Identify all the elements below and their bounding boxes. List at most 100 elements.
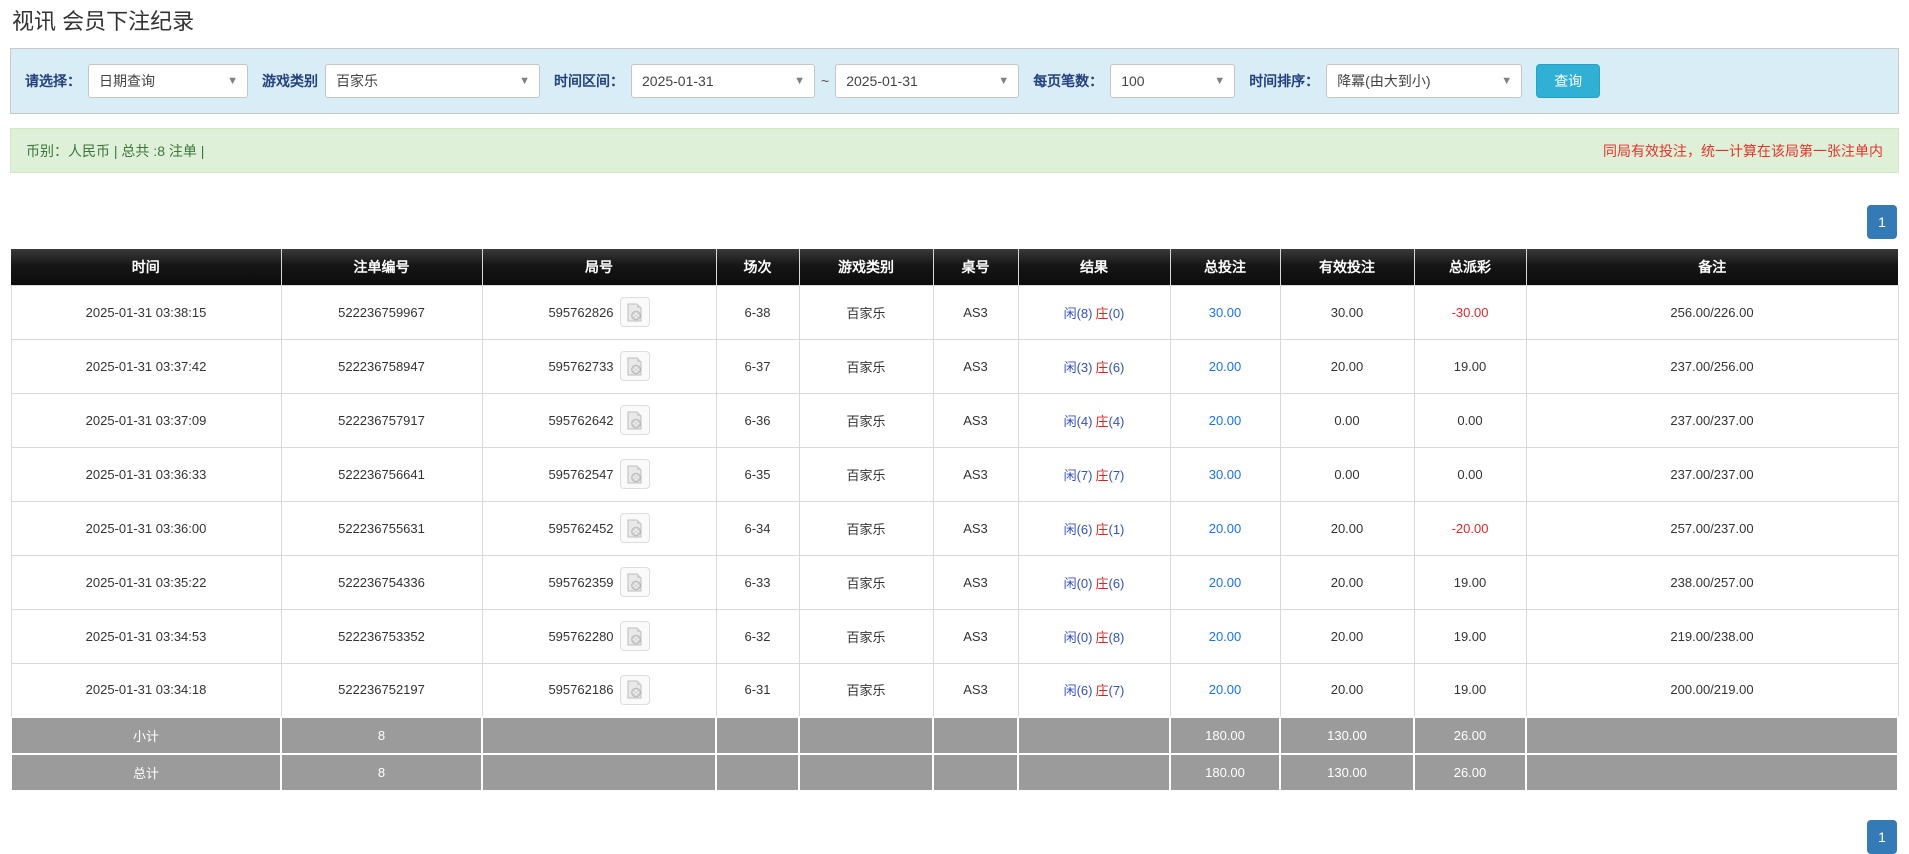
cell-round: 595762826 [481, 284, 717, 340]
cell-total-bet: 20.00 [1169, 500, 1281, 556]
chevron-down-icon: ▼ [519, 75, 530, 87]
chevron-down-icon: ▼ [1214, 75, 1226, 87]
video-replay-button[interactable] [619, 297, 650, 327]
page-button-1[interactable]: 1 [1867, 205, 1897, 239]
cell-remark: 238.00/257.00 [1525, 554, 1899, 610]
cell-payout: -20.00 [1413, 500, 1527, 556]
cell-payout: 0.00 [1413, 392, 1527, 448]
result-banker-score: (8) [1108, 629, 1125, 645]
result-player: 闲(3) [1063, 359, 1093, 375]
table-row: 2025-01-31 03:38:15 522236759967 5957628… [10, 284, 1899, 340]
cell-total-bet: 20.00 [1169, 338, 1281, 394]
cell-remark: 237.00/237.00 [1525, 446, 1899, 502]
result-player: 闲(6) [1063, 521, 1093, 537]
video-replay-button[interactable] [619, 567, 650, 597]
total-payout: 26.00 [1413, 753, 1527, 792]
date-from-value: 2025-01-31 [642, 73, 714, 89]
cell-valid-bet: 20.00 [1279, 662, 1415, 718]
cell-round: 595762186 [481, 662, 717, 718]
video-replay-button[interactable] [619, 351, 650, 381]
cell-valid-bet: 20.00 [1279, 554, 1415, 610]
cell-valid-bet: 0.00 [1279, 392, 1415, 448]
round-id: 595762826 [548, 304, 614, 320]
page-button-1-bottom[interactable]: 1 [1867, 820, 1897, 854]
cell-session: 6-34 [715, 500, 800, 556]
total-bet-link[interactable]: 30.00 [1209, 467, 1242, 482]
cell-table-no: AS3 [932, 662, 1019, 718]
cell-payout: 19.00 [1413, 608, 1527, 664]
result-player: 闲(7) [1063, 467, 1093, 483]
video-replay-button[interactable] [619, 405, 650, 435]
cell-bet-id: 522236753352 [280, 608, 483, 664]
result-banker: 庄 [1095, 683, 1109, 699]
column-header-10: 备注 [1526, 249, 1898, 285]
total-bet-link[interactable]: 20.00 [1209, 575, 1242, 590]
cell-time: 2025-01-31 03:36:33 [10, 446, 282, 502]
cell-bet-id: 522236754336 [280, 554, 483, 610]
game-type-label: 游戏类别 [262, 73, 318, 89]
date-to-select[interactable]: 2025-01-31 ▼ [835, 64, 1020, 98]
sort-select[interactable]: 降冪(由大到小) ▼ [1326, 64, 1523, 98]
total-bet-link[interactable]: 20.00 [1209, 682, 1242, 697]
per-page-select[interactable]: 100 ▼ [1110, 64, 1236, 98]
pagination-bottom: 1 [12, 820, 1897, 854]
cell-remark: 219.00/238.00 [1525, 608, 1899, 664]
column-header-8: 有效投注 [1280, 249, 1415, 285]
game-type-select[interactable]: 百家乐 ▼ [325, 64, 540, 98]
search-button[interactable]: 查询 [1536, 64, 1601, 98]
round-id: 595762359 [548, 574, 614, 590]
video-replay-button[interactable] [619, 674, 650, 705]
cell-game: 百家乐 [798, 608, 934, 664]
cell-game: 百家乐 [798, 500, 934, 556]
total-bet-link[interactable]: 30.00 [1209, 305, 1242, 320]
date-from-select[interactable]: 2025-01-31 ▼ [631, 64, 815, 98]
query-type-select[interactable]: 日期查询 ▼ [88, 64, 248, 98]
per-page-label: 每页笔数： [1033, 73, 1104, 89]
chevron-down-icon: ▼ [998, 75, 1010, 87]
result-banker-score: (7) [1108, 683, 1125, 699]
cell-game: 百家乐 [798, 554, 934, 610]
cell-table-no: AS3 [932, 500, 1019, 556]
video-replay-button[interactable] [619, 513, 650, 543]
result-player: 闲(0) [1063, 629, 1093, 645]
total-valid-bet: 130.00 [1279, 753, 1415, 792]
per-page-value: 100 [1121, 73, 1145, 89]
video-file-icon [627, 357, 642, 375]
cell-bet-id: 522236758947 [280, 338, 483, 394]
result-banker-score: (7) [1108, 467, 1125, 483]
table-row: 2025-01-31 03:34:18 522236752197 5957621… [10, 662, 1899, 718]
result-banker-score: (6) [1108, 359, 1125, 375]
currency-summary-text: 币别：人民币 | 总共 :8 注单 | [26, 142, 205, 159]
game-type-value: 百家乐 [336, 73, 378, 89]
cell-remark: 257.00/237.00 [1525, 500, 1899, 556]
result-player: 闲(8) [1063, 305, 1093, 321]
bet-records-table: 时间 注单编号 局号 场次 游戏类别 桌号 结果 总投注 有效投注 总派彩 备注 2025-01-3… [10, 249, 1899, 792]
cell-time: 2025-01-31 03:34:18 [10, 662, 282, 718]
cell-result: 闲(3) 庄(6) [1017, 338, 1171, 394]
total-bet-link[interactable]: 20.00 [1209, 359, 1242, 374]
table-row: 2025-01-31 03:37:42 522236758947 5957627… [10, 338, 1899, 394]
subtotal-payout: 26.00 [1413, 716, 1527, 755]
time-range-label: 时间区间： [554, 73, 624, 89]
video-file-icon [627, 573, 642, 591]
total-bet-link[interactable]: 20.00 [1209, 629, 1242, 644]
video-file-icon [627, 680, 642, 699]
cell-table-no: AS3 [932, 554, 1019, 610]
table-row: 2025-01-31 03:35:22 522236754336 5957623… [10, 554, 1899, 610]
total-bet-link[interactable]: 20.00 [1209, 413, 1242, 428]
cell-valid-bet: 20.00 [1279, 338, 1415, 394]
video-replay-button[interactable] [619, 621, 650, 651]
total-row: 总计 8 180.00 130.00 26.00 [10, 753, 1899, 792]
table-header-row: 时间 注单编号 局号 场次 游戏类别 桌号 结果 总投注 有效投注 总派彩 备注 [11, 249, 1898, 285]
cell-session: 6-38 [715, 284, 800, 340]
cell-game: 百家乐 [798, 392, 934, 448]
cell-result: 闲(8) 庄(0) [1017, 284, 1171, 340]
result-player: 闲(0) [1063, 575, 1093, 591]
total-bet-link[interactable]: 20.00 [1209, 521, 1242, 536]
cell-total-bet: 20.00 [1169, 392, 1281, 448]
result-banker: 庄 [1095, 413, 1109, 429]
result-banker: 庄 [1095, 521, 1109, 537]
video-file-icon [627, 519, 642, 537]
cell-session: 6-37 [715, 338, 800, 394]
video-replay-button[interactable] [619, 459, 650, 489]
